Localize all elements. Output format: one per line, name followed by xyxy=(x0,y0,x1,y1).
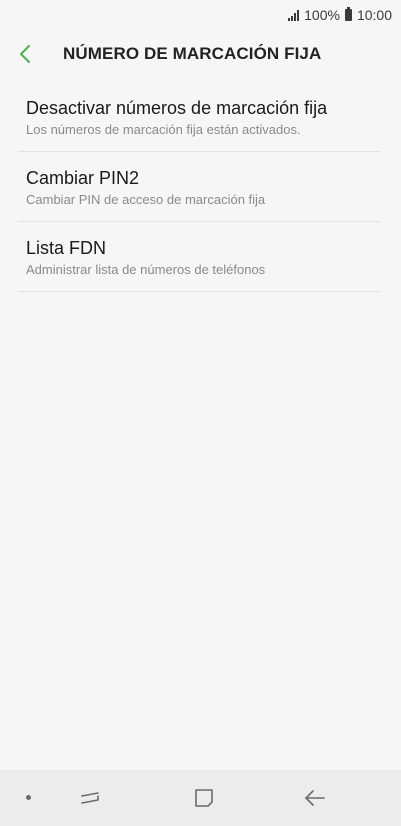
page-title: NÚMERO DE MARCACIÓN FIJA xyxy=(63,44,322,63)
menu-item-disable-fdn[interactable]: Desactivar números de marcación fija Los… xyxy=(18,82,380,152)
back-arrow-icon xyxy=(305,790,325,806)
back-button[interactable] xyxy=(0,30,50,78)
menu-item-fdn-list[interactable]: Lista FDN Administrar lista de números d… xyxy=(18,222,380,292)
settings-list: Desactivar números de marcación fija Los… xyxy=(18,82,380,292)
recent-apps-button[interactable] xyxy=(72,782,108,814)
menu-item-subtitle: Cambiar PIN de acceso de marcación fija xyxy=(26,192,266,207)
menu-item-change-pin2[interactable]: Cambiar PIN2 Cambiar PIN de acceso de ma… xyxy=(18,152,380,222)
battery-icon xyxy=(344,7,352,21)
signal-bars-icon xyxy=(288,9,300,21)
menu-item-title: Desactivar números de marcación fija xyxy=(26,98,328,118)
app-header: NÚMERO DE MARCACIÓN FIJA xyxy=(0,30,401,78)
menu-item-title: Cambiar PIN2 xyxy=(26,168,140,188)
system-back-button[interactable] xyxy=(297,782,333,814)
battery-percent: 100% xyxy=(304,7,340,23)
recent-apps-icon xyxy=(81,792,99,804)
menu-item-subtitle: Los números de marcación fija están acti… xyxy=(26,122,301,137)
home-icon xyxy=(195,789,213,807)
chevron-left-icon xyxy=(20,45,30,63)
status-time: 10:00 xyxy=(356,7,392,23)
status-bar: 100% 10:00 xyxy=(0,0,401,30)
nav-dot-icon xyxy=(26,795,31,800)
home-button[interactable] xyxy=(186,782,222,814)
menu-item-subtitle: Administrar lista de números de teléfono… xyxy=(26,262,266,277)
menu-item-title: Lista FDN xyxy=(26,238,107,258)
screen: 100% 10:00 NÚMERO DE MARCACIÓN FIJA Desa… xyxy=(0,0,401,826)
navigation-bar xyxy=(0,770,401,826)
